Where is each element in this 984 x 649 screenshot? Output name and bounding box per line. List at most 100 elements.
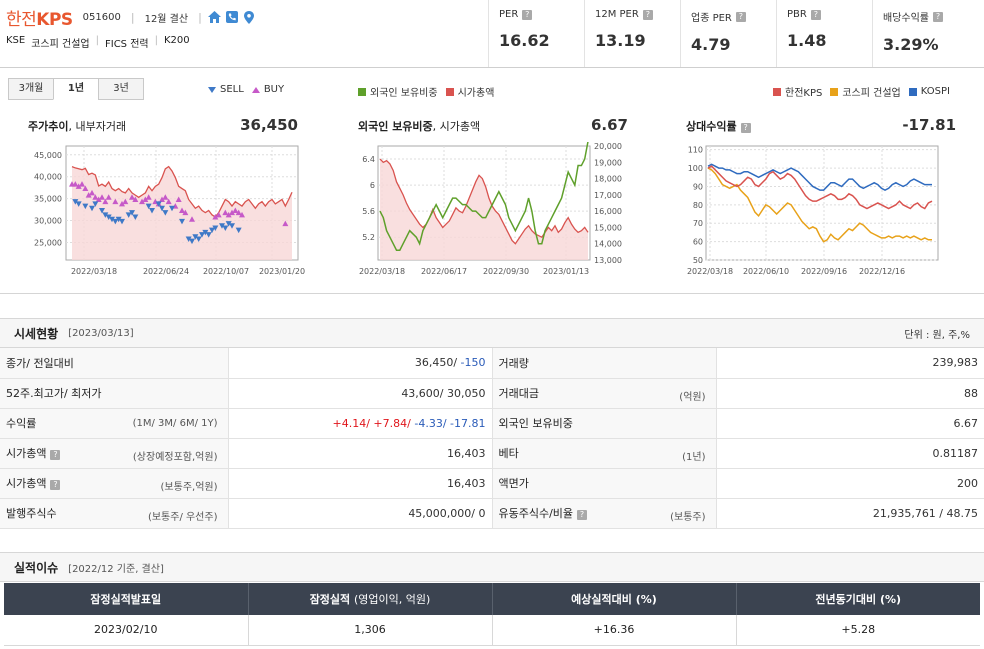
- table-row: 종가/ 전일대비 36,450/ -150 거래량 239,983: [0, 348, 984, 379]
- table-row: 52주.최고가/ 최저가 43,600/ 30,050 거래대금 (억원) 88: [0, 378, 984, 409]
- y-tick-label-right: 20,000: [594, 142, 622, 151]
- foreign-chart: 6.4 6 5.6 5.2 20,000 19,000 18,000 17,000 16,000…: [352, 142, 642, 280]
- table-row: 발행주식수 (보통주/ 우선주) 45,000,000/ 0 유동주식수/비율?(…: [0, 498, 984, 529]
- y-tick-label-left: 5.2: [362, 233, 375, 242]
- x-tick-label: 2022/06/17: [421, 267, 467, 276]
- foreign-legend: 외국인 보유비중 시가총액: [358, 84, 502, 99]
- x-tick-label: 2023/01/13: [543, 267, 589, 276]
- y-tick-label: 30,000: [34, 217, 62, 226]
- price-section-header: 시세현황 [2023/03/13] 단위 : 원, 주,%: [0, 318, 984, 348]
- help-icon[interactable]: ?: [740, 123, 751, 133]
- y-tick-label: 90: [693, 182, 703, 191]
- help-icon[interactable]: ?: [810, 9, 821, 20]
- price-headline: 36,450: [240, 116, 298, 134]
- table-row: 시가총액? (보통주,억원) 16,403 액면가 200: [0, 468, 984, 499]
- sector-label: 코스피 건설업: [31, 39, 90, 50]
- tab-3m[interactable]: 3개월: [8, 78, 54, 100]
- tab-3y[interactable]: 3년: [98, 78, 144, 100]
- index-label: K200: [164, 35, 190, 46]
- y-tick-label-left: 6: [370, 181, 375, 190]
- sell-marker-icon: [208, 86, 216, 93]
- plot-area: [705, 145, 939, 261]
- fics-label: FICS 전력: [105, 39, 149, 50]
- x-tick-label: 2022/06/10: [743, 267, 789, 276]
- y-tick-label-right: 15,000: [594, 223, 622, 232]
- x-tick-label: 2022/12/16: [859, 267, 905, 276]
- help-icon[interactable]: ?: [642, 9, 653, 20]
- table-row: 2023/02/10 1,306 +16.36 +5.28: [4, 615, 980, 646]
- earnings-section-header: 실적이슈 [2022/12 기준, 결산]: [0, 552, 984, 582]
- foreign-headline: 6.67: [590, 116, 628, 134]
- foreign-chart-header: 외국인 보유비중, 시가총액 6.67: [358, 116, 628, 134]
- price-chart: 45,000 40,000 35,000 30,000 25,000 2022/03/18…: [26, 142, 306, 280]
- phone-icon[interactable]: [225, 11, 238, 23]
- price-table: 종가/ 전일대비 36,450/ -150 거래량 239,983 52주.최고…: [0, 348, 984, 529]
- y-tick-label-right: 19,000: [594, 158, 622, 167]
- metric-per: PER? 16.62: [488, 0, 584, 67]
- help-icon[interactable]: ?: [735, 11, 746, 22]
- y-tick-label: 25,000: [34, 238, 62, 247]
- earnings-table: 잠정실적발표일 잠정실적 (영업이익, 억원) 예상실적대비 (%) 전년동기대…: [4, 583, 980, 646]
- table-row: 시가총액? (상장예정포함,억원) 16,403 베타 (1년) 0.81187: [0, 438, 984, 469]
- y-tick-label: 45,000: [34, 151, 62, 160]
- stock-code: 051600: [82, 11, 121, 23]
- legend-swatch: [908, 87, 917, 96]
- trade-legend: SELL BUY: [208, 84, 292, 95]
- x-tick-label: 2022/10/07: [203, 267, 249, 276]
- help-icon[interactable]: ?: [522, 9, 533, 20]
- relative-chart-header: 상대수익률? -17.81: [686, 116, 956, 134]
- metric-dividend-yield: 배당수익률? 3.29%: [872, 0, 984, 67]
- price-chart-header: 주가추이, 내부자거래 36,450: [28, 116, 298, 134]
- table-row: 수익률 (1M/ 3M/ 6M/ 1Y) +4.14/ +7.84/ -4.33/…: [0, 408, 984, 439]
- y-tick-label-left: 5.6: [362, 207, 375, 216]
- relative-legend: 한전KPS 코스피 건설업 KOSPI: [773, 84, 958, 99]
- fiscal-info: 12월 결산: [144, 13, 189, 25]
- stock-header: 한전KPS 051600 | 12월 결산 | KSE 코스피 건설업 | FI…: [0, 0, 984, 68]
- x-tick-label: 2022/03/18: [687, 267, 733, 276]
- period-tabs: 3개월 1년 3년: [8, 78, 144, 100]
- help-icon[interactable]: ?: [50, 480, 61, 490]
- legend-swatch: [830, 87, 839, 96]
- y-tick-label-right: 16,000: [594, 207, 622, 216]
- location-pin-icon[interactable]: [243, 11, 256, 24]
- tab-1y[interactable]: 1년: [53, 78, 99, 100]
- x-tick-label: 2022/03/18: [71, 267, 117, 276]
- y-tick-label: 110: [688, 146, 703, 155]
- help-icon[interactable]: ?: [577, 510, 588, 520]
- y-tick-label: 35,000: [34, 195, 62, 204]
- relative-headline: -17.81: [902, 116, 956, 134]
- x-tick-label: 2022/09/16: [801, 267, 847, 276]
- y-tick-label: 70: [693, 219, 703, 228]
- help-icon[interactable]: ?: [933, 11, 943, 22]
- y-tick-label-right: 17,000: [594, 191, 622, 200]
- y-tick-label: 50: [693, 256, 703, 265]
- chart-panel: 3개월 1년 3년 SELL BUY 외국인 보유비중 시가총액 한전KPS 코…: [0, 68, 984, 294]
- help-icon[interactable]: ?: [50, 450, 61, 460]
- y-tick-label: 100: [688, 164, 703, 173]
- relative-chart: 110 100 90 80 70 60 50 2022/03/18 2022/06/10 2022…: [680, 142, 956, 280]
- x-tick-label: 2022/06/24: [143, 267, 189, 276]
- company-name: 한전KPS: [6, 9, 73, 30]
- home-icon[interactable]: [207, 11, 221, 23]
- market-label: KSE: [6, 35, 26, 46]
- x-tick-label: 2023/01/20: [259, 267, 305, 276]
- buy-marker-icon: [251, 86, 260, 93]
- legend-swatch: [445, 87, 454, 96]
- y-tick-label-left: 6.4: [362, 155, 375, 164]
- metric-12m-per: 12M PER? 13.19: [584, 0, 680, 67]
- table-header-row: 잠정실적발표일 잠정실적 (영업이익, 억원) 예상실적대비 (%) 전년동기대…: [4, 583, 980, 615]
- legend-swatch: [358, 87, 366, 96]
- legend-swatch: [773, 87, 781, 96]
- y-tick-label-right: 13,000: [594, 256, 622, 265]
- y-tick-label-right: 14,000: [594, 240, 622, 249]
- y-tick-label: 40,000: [34, 173, 62, 182]
- y-tick-label: 60: [693, 238, 703, 247]
- company-info: 한전KPS 051600 | 12월 결산 | KSE 코스피 건설업 | FI…: [6, 6, 486, 50]
- y-tick-label: 80: [693, 201, 703, 210]
- x-tick-label: 2022/03/18: [359, 267, 405, 276]
- metric-pbr: PBR? 1.48: [776, 0, 872, 67]
- metric-sector-per: 업종 PER? 4.79: [680, 0, 776, 67]
- x-tick-label: 2022/09/30: [483, 267, 529, 276]
- valuation-metrics: PER? 16.62 12M PER? 13.19 업종 PER? 4.79 P…: [488, 0, 984, 67]
- y-tick-label-right: 18,000: [594, 175, 622, 184]
